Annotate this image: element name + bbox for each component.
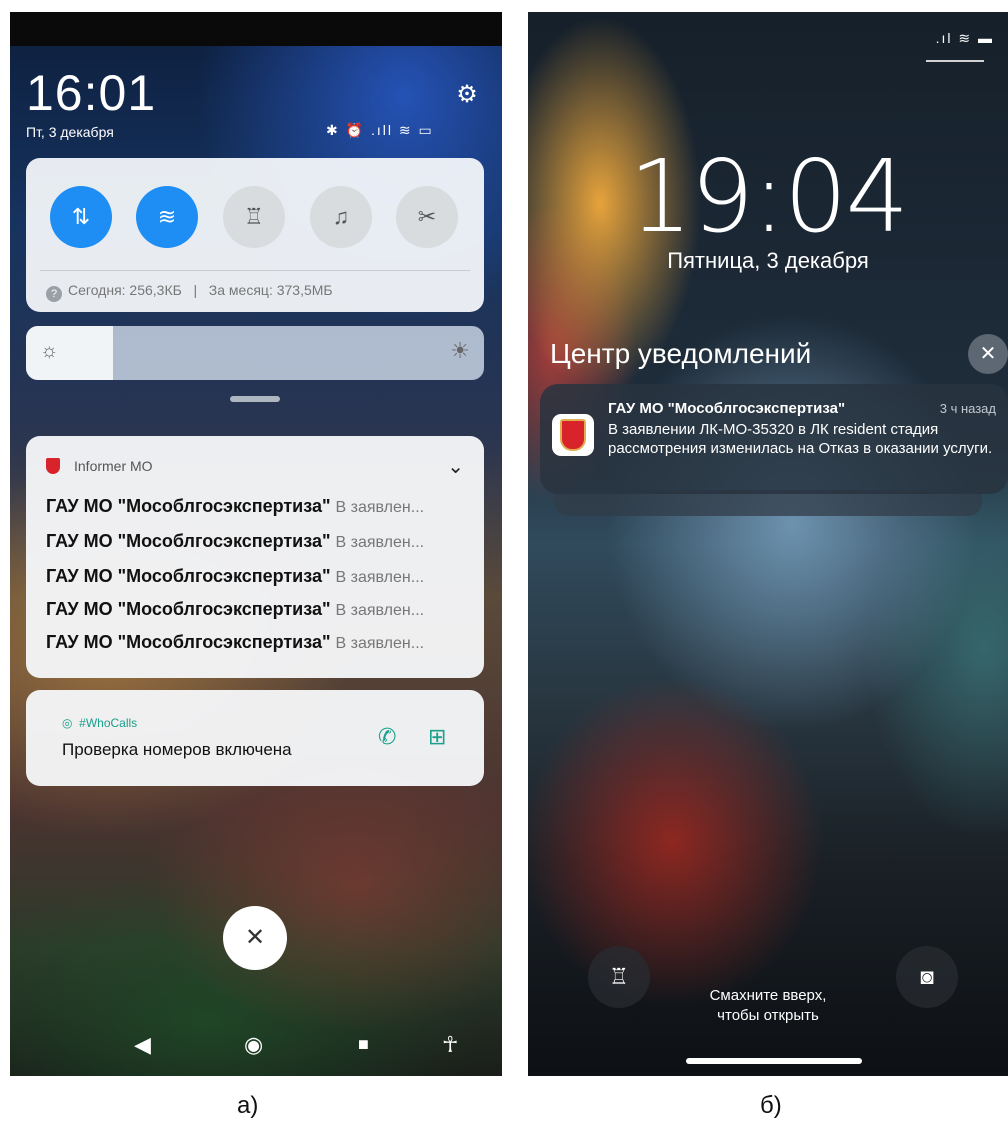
informer-notification-group[interactable]: Informer MO ⌄ ГАУ МО "Мособлгосэкспертиз… — [26, 436, 484, 678]
shield-icon — [560, 419, 586, 451]
list-item[interactable]: ГАУ МО "Мособлгосэкспертиза" В заявлен..… — [46, 599, 476, 620]
home-icon[interactable]: ◉ — [244, 1032, 263, 1058]
whocalls-text: Проверка номеров включена — [62, 740, 292, 759]
usage-month: За месяц: 373,5МБ — [208, 282, 333, 298]
caption-left: а) — [237, 1092, 259, 1119]
shield-icon: ◎ — [62, 716, 73, 730]
bell-icon: ♫ — [332, 204, 350, 229]
scissors-icon: ✂ — [417, 204, 437, 229]
notif-body: В заявлен... — [335, 534, 425, 551]
notif-body: В заявлении ЛК-МО-35320 в ЛК resident ст… — [608, 421, 993, 457]
notif-body: В заявлен... — [335, 602, 425, 619]
swipe-line-2: чтобы открыть — [717, 1007, 819, 1024]
screenshot-toggle[interactable]: ✂ — [396, 186, 458, 248]
date-label: Пт, 3 декабря — [26, 124, 114, 140]
clock: 19:04 — [628, 138, 909, 255]
list-item[interactable]: ГАУ МО "Мособлгосэкспертиза" В заявлен..… — [46, 531, 476, 552]
shield-icon — [46, 458, 60, 474]
swipe-line-1: Смахните вверх, — [709, 987, 827, 1004]
close-icon: ✕ — [244, 924, 266, 951]
quick-settings-panel: ⇅ ≋ ♖ ♫ ✂ ? Сегодня: 256,3КБ | За месяц: … — [26, 158, 484, 312]
top-bezel — [10, 12, 502, 46]
status-icons: .ıl ≋ ▬ — [936, 30, 994, 47]
notif-title: ГАУ МО "Мособлгосэкспертиза" — [46, 599, 331, 619]
android-screen: 16:01 Пт, 3 декабря ⚙ ✱ ⏰ .ıll ≋ ▭ ⇅ ≋ ♖… — [10, 12, 502, 1076]
notif-time: 3 ч назад — [939, 401, 996, 416]
list-item[interactable]: ГАУ МО "Мособлгосэкспертиза" В заявлен..… — [46, 632, 476, 653]
home-indicator[interactable] — [686, 1058, 862, 1064]
list-item[interactable]: ГАУ МО "Мособлгосэкспертиза" В заявлен..… — [46, 496, 476, 517]
notif-title: ГАУ МО "Мособлгосэкспертиза" — [46, 531, 331, 551]
notif-title: ГАУ МО "Мособлгосэкспертиза" — [46, 496, 331, 516]
wifi-toggle[interactable]: ≋ — [136, 186, 198, 248]
informer-header: Informer MO — [46, 458, 153, 474]
notif-body: В заявлен... — [335, 635, 425, 652]
brightness-low-icon: ☼ — [40, 340, 59, 362]
list-item[interactable]: ГАУ МО "Мособлгосэкспертиза" В заявлен..… — [46, 566, 476, 587]
clock: 16:01 — [26, 65, 157, 121]
notif-title: ГАУ МО "Мособлгосэкспертиза" — [46, 566, 331, 586]
data-arrows-icon: ⇅ — [71, 204, 91, 229]
date-label: Пятница, 3 декабря — [667, 248, 869, 273]
recents-icon[interactable]: ■ — [358, 1034, 369, 1055]
add-number-icon[interactable]: ⊞ — [428, 724, 446, 750]
notif-title: ГАУ МО "Мособлгосэкспертиза" — [46, 632, 331, 652]
accessibility-icon[interactable]: ☥ — [442, 1032, 458, 1058]
divider — [40, 270, 470, 271]
close-icon[interactable]: ✕ — [968, 334, 1008, 374]
flashlight-icon: ♖ — [244, 204, 264, 229]
notif-title: ГАУ МО "Мособлгосэкспертиза" — [608, 400, 846, 417]
informer-app-name: Informer MO — [74, 458, 153, 474]
signal-icon: .ıl — [935, 30, 953, 46]
status-icons: ✱ ⏰ .ıll ≋ ▭ — [326, 122, 434, 138]
ios-notification[interactable]: ГАУ МО "Мособлгосэкспертиза" 3 ч назад В… — [540, 384, 1008, 494]
close-button[interactable]: ✕ — [223, 906, 287, 970]
wifi-icon: ≋ — [958, 30, 973, 46]
mobile-data-toggle[interactable]: ⇅ — [50, 186, 112, 248]
data-usage: ? Сегодня: 256,3КБ | За месяц: 373,5МБ — [46, 282, 333, 302]
swipe-hint: Смахните вверх, чтобы открыть — [528, 986, 1008, 1026]
help-icon: ? — [46, 286, 62, 302]
usage-separator: | — [193, 282, 198, 298]
notif-body: В заявлен... — [335, 499, 425, 516]
flashlight-toggle[interactable]: ♖ — [223, 186, 285, 248]
back-icon[interactable]: ◀ — [134, 1032, 151, 1058]
brightness-slider[interactable]: ☼ ☀ — [26, 326, 484, 380]
notification-center-title: Центр уведомлений — [550, 338, 812, 369]
caption-right: б) — [760, 1092, 782, 1119]
app-icon — [552, 414, 594, 456]
whocalls-app-name: #WhoCalls — [79, 716, 138, 730]
whocalls-header: ◎ #WhoCalls — [62, 716, 137, 730]
drag-handle[interactable] — [230, 396, 280, 402]
bell-toggle[interactable]: ♫ — [310, 186, 372, 248]
battery-icon: ▬ — [978, 30, 994, 46]
phone-check-icon[interactable]: ✆ — [378, 724, 396, 750]
wifi-icon: ≋ — [157, 204, 177, 229]
usage-today: Сегодня: 256,3КБ — [68, 282, 182, 298]
gear-icon[interactable]: ⚙ — [454, 82, 480, 108]
whocalls-notification[interactable]: ◎ #WhoCalls Проверка номеров включена ✆ … — [26, 690, 484, 786]
notif-body: В заявлен... — [335, 569, 425, 586]
control-center-indicator[interactable] — [926, 60, 984, 62]
brightness-high-icon: ☀ — [450, 338, 470, 363]
ios-screen: .ıl ≋ ▬ 19:04 Пятница, 3 декабря Центр у… — [528, 12, 1008, 1076]
chevron-down-icon[interactable]: ⌄ — [447, 454, 464, 479]
